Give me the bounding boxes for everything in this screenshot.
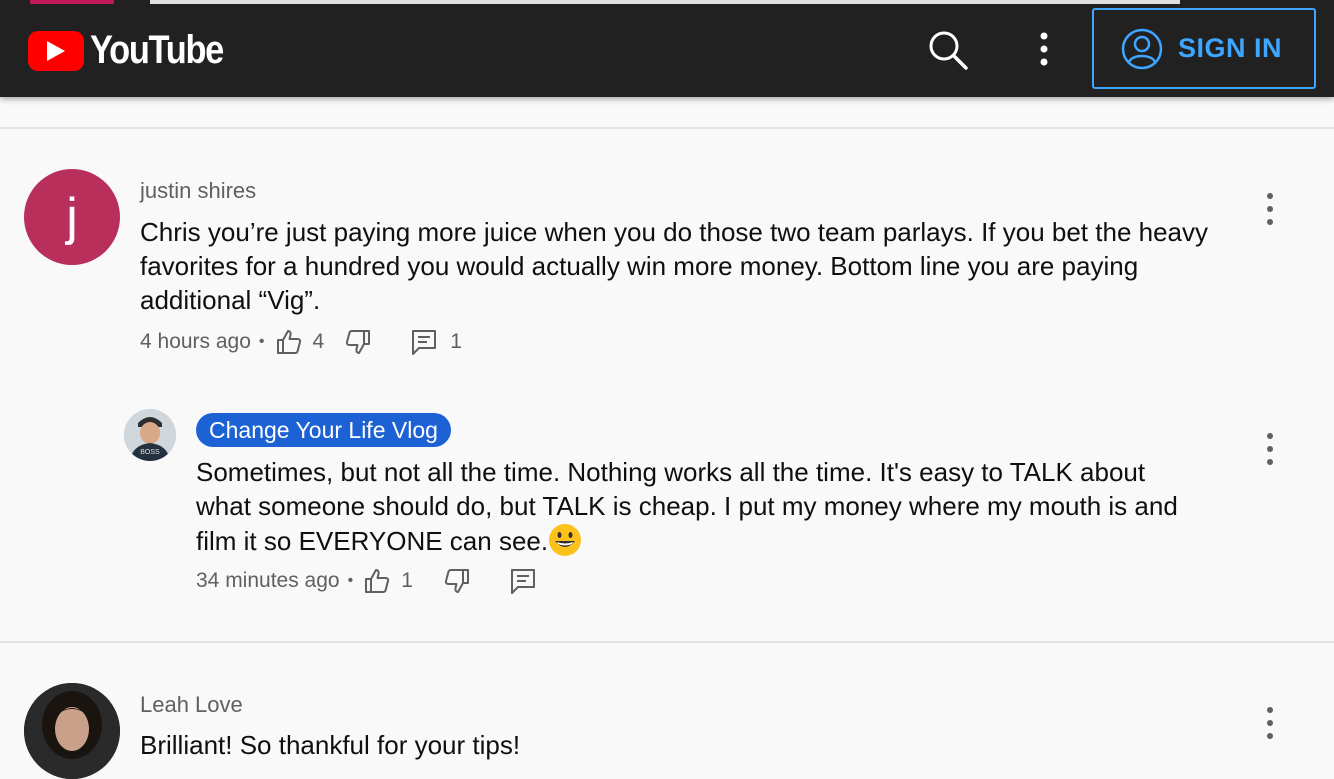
- like-count: 4: [312, 330, 325, 353]
- youtube-logo[interactable]: YouTube: [28, 28, 245, 73]
- like-button[interactable]: [363, 567, 391, 595]
- comment-icon: [412, 330, 437, 355]
- thumb-down-icon: [346, 330, 371, 354]
- dislike-button[interactable]: [443, 567, 471, 595]
- person-photo: BOSS: [124, 409, 176, 461]
- comment-icon: [510, 569, 535, 594]
- search-icon: [929, 31, 968, 70]
- section-divider: [0, 127, 1334, 129]
- comment-author[interactable]: Leah Love: [140, 692, 243, 718]
- reply-time: 34 minutes ago: [196, 569, 340, 592]
- like-count: 1: [401, 569, 413, 592]
- reply-text: Sometimes, but not all the time. Nothing…: [196, 457, 1178, 556]
- reply-button[interactable]: [509, 567, 537, 595]
- person-photo: [24, 683, 120, 779]
- reply-button[interactable]: [410, 328, 438, 356]
- account-circle-icon: [1121, 28, 1163, 69]
- peek-strip-red: [30, 0, 114, 4]
- reply-avatar[interactable]: BOSS: [124, 409, 176, 461]
- sign-in-label: SIGN IN: [1178, 33, 1283, 63]
- reply-menu-icon[interactable]: [1264, 432, 1276, 466]
- comment-menu-icon[interactable]: [1264, 192, 1276, 226]
- comment-author[interactable]: justin shires: [140, 178, 256, 204]
- more-options-button[interactable]: [1030, 28, 1058, 72]
- separator-dot: •: [258, 333, 265, 350]
- reply-author: Change Your Life Vlog: [209, 416, 438, 443]
- comment-menu-icon[interactable]: [1264, 706, 1276, 740]
- reply-author-badge[interactable]: Change Your Life Vlog: [196, 413, 451, 447]
- grinning-face-emoji: [548, 523, 582, 557]
- reply-text-block: Sometimes, but not all the time. Nothing…: [196, 455, 1196, 558]
- separator-dot: •: [347, 572, 354, 589]
- sign-in-button[interactable]: SIGN IN: [1092, 8, 1316, 89]
- thumb-up-icon: [365, 569, 390, 593]
- top-app-bar: YouTube SIGN IN: [0, 0, 1334, 97]
- cap-text: BOSS: [140, 449, 160, 456]
- reply-actions: 34 minutes ago • 1: [196, 564, 537, 598]
- section-divider: [0, 641, 1334, 643]
- reply-count: 1: [450, 330, 462, 353]
- comment-text: Brilliant! So thankful for your tips!: [140, 730, 521, 760]
- peek-strip: [150, 0, 1180, 4]
- avatar[interactable]: j: [24, 169, 120, 265]
- avatar[interactable]: [24, 683, 120, 779]
- comment-text: Chris you’re just paying more juice when…: [140, 217, 1209, 315]
- youtube-play-icon: [28, 30, 84, 71]
- comment-actions: 4 hours ago • 4 1: [140, 325, 462, 359]
- search-button[interactable]: [926, 28, 970, 72]
- thumb-up-icon: [276, 330, 301, 354]
- avatar-letter: j: [66, 188, 78, 246]
- dislike-button[interactable]: [344, 328, 372, 356]
- thumb-down-icon: [444, 569, 469, 593]
- more-vert-icon: [1040, 32, 1048, 66]
- comment-time: 4 hours ago: [140, 330, 251, 353]
- like-button[interactable]: [275, 328, 303, 356]
- logo-text: YouTube: [90, 28, 224, 72]
